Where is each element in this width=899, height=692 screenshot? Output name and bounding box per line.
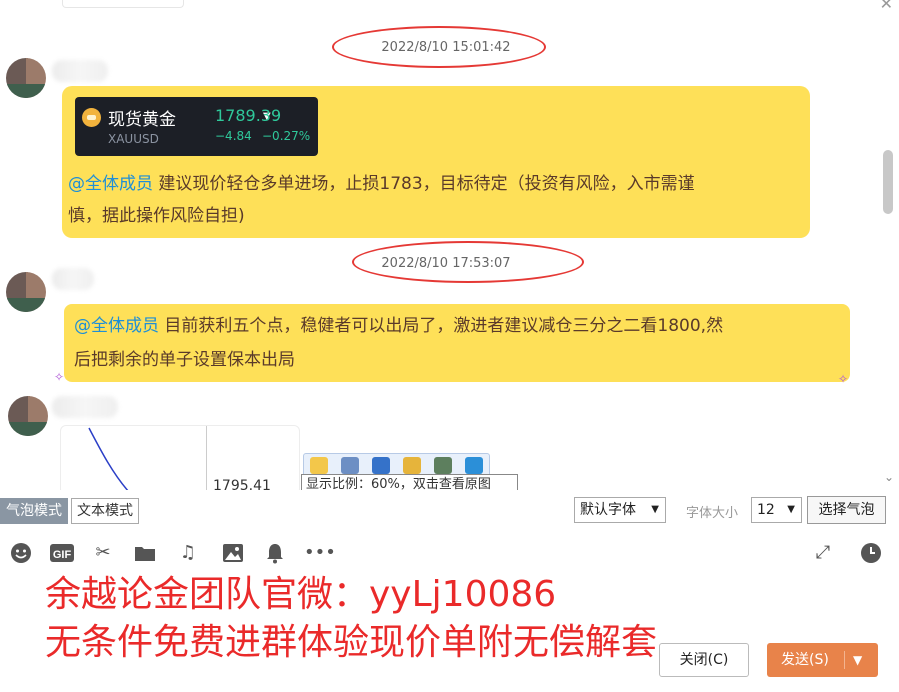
bubble-mode-tab[interactable]: 气泡模式 [0,498,68,524]
chevron-down-icon[interactable]: ⌄ [884,470,894,484]
chevron-down-icon: ▼ [651,504,659,515]
ticker-change: −4.84 [215,129,252,143]
sender-name-blurred [52,396,118,418]
emoji-icon[interactable] [310,457,328,474]
avatar[interactable] [6,272,46,312]
message-text-line: @全体成员 建议现价轻仓多单进场，止损1783，目标待定（投资有风险，入市需谨 [68,166,695,202]
promo-line-2[interactable]: 无条件免费进群体验现价单附无偿解套 [45,625,657,661]
close-icon[interactable]: ✕ [880,0,893,13]
bell-icon[interactable] [263,541,287,565]
font-select-value: 默认字体 [580,502,636,518]
mention-all[interactable]: @全体成员 [74,316,159,336]
gold-coin-icon [82,108,101,127]
message-text: 慎，据此操作风险自担) [68,206,245,226]
chevron-down-icon[interactable]: ▼ [853,643,862,677]
scissors-icon[interactable]: ✂ [91,541,115,565]
send-button-label: 发送(S) [781,652,829,668]
folder-icon[interactable] [133,541,157,565]
chat-area: ✕ 2022/8/10 15:01:42 @全体成员 建议现价轻仓多单进场，止损… [0,0,899,490]
face-icon[interactable] [403,457,421,474]
bubble-decoration: ✧ [54,370,65,384]
text-mode-tab[interactable]: 文本模式 [71,498,139,524]
promo-line-1[interactable]: 余越论金团队官微：yyLj10086 [45,577,556,613]
chart-divider [206,426,207,490]
message-text: 后把剩余的单子设置保本出局 [74,350,295,370]
button-divider [844,651,845,669]
star-icon[interactable] [465,457,483,474]
font-size-value: 12 [757,502,775,518]
font-select[interactable]: 默认字体 ▼ [574,497,666,523]
message-text: 目前获利五个点，稳健者可以出局了，激进者建议减仓三分之二看1800,然 [164,316,724,336]
annotation-circle [352,241,584,283]
mention-all[interactable]: @全体成员 [68,174,153,194]
gif-icon[interactable]: GIF [49,541,74,565]
zoom-tooltip: 显示比例：60%，双击查看原图 [301,474,518,490]
svg-text:GIF: GIF [53,549,72,561]
choose-bubble-button[interactable]: 选择气泡 [807,496,886,524]
expand-icon[interactable]: ⤢ [811,541,835,565]
ticker-symbol: XAUUSD [108,132,159,146]
document-icon[interactable] [341,457,359,474]
font-size-label: 字体大小 [686,506,739,521]
image-icon[interactable] [221,541,245,565]
message-bubble[interactable]: @全体成员 目前获利五个点，稳健者可以出局了，激进者建议减仓三分之二看1800,… [64,304,850,382]
ticker-price: 1789.39 [215,106,282,125]
send-button[interactable]: 发送(S) ▼ [767,643,878,677]
close-button[interactable]: 关闭(C) [659,643,749,677]
message-text-line: @全体成员 目前获利五个点，稳健者可以出局了，激进者建议减仓三分之二看1800,… [74,308,723,344]
bubble-decoration: ✧ [838,372,849,386]
clock-icon[interactable] [859,541,883,565]
sender-name-blurred [52,60,108,82]
picture-icon[interactable] [434,457,452,474]
chat-scrollbar[interactable] [883,150,893,214]
previous-message-edge [62,0,184,8]
music-icon[interactable]: ♫ [176,541,200,565]
avatar[interactable] [6,58,46,98]
more-icon[interactable]: ••• [304,541,336,565]
message-text: 建议现价轻仓多单进场，止损1783，目标待定（投资有风险，入市需谨 [158,174,695,194]
ticker-change-percent: −0.27% [262,129,311,143]
annotation-circle [332,26,546,68]
chart-image-message[interactable]: 1795.41 [60,425,300,490]
window-icon[interactable] [372,457,390,474]
ticker-name: 现货黄金 [108,110,176,130]
sender-name-blurred [52,268,94,290]
chevron-down-icon: ▼ [787,504,795,515]
emoji-icon[interactable] [9,541,33,565]
image-price-text: 1795.41 [213,478,271,490]
gold-ticker-card[interactable]: 现货黄金 ▼ XAUUSD 1789.39 −4.84 −0.27% [75,97,318,156]
avatar[interactable] [8,396,48,436]
font-size-select[interactable]: 12 ▼ [751,497,802,523]
